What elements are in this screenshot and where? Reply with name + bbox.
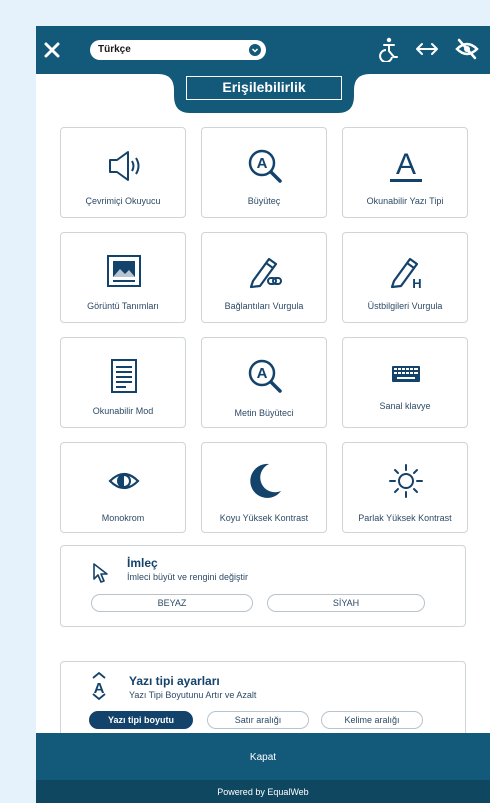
tile-label: Okunabilir Yazı Tipi [366, 196, 444, 206]
tile-label: Bağlantıları Vurgula [224, 301, 304, 311]
accessibility-person-icon [379, 37, 398, 63]
tile-monochrome[interactable]: Monokrom [60, 442, 186, 533]
readable-mode-icon [111, 359, 137, 393]
tab-word-spacing[interactable]: Kelime aralığı [321, 711, 423, 729]
svg-text:H: H [412, 276, 421, 291]
tile-dark-high-contrast[interactable]: Koyu Yüksek Kontrast [201, 442, 327, 533]
hide-eye-icon [455, 38, 479, 60]
language-select[interactable]: Türkçe [90, 40, 266, 60]
tab-line-height[interactable]: Satır aralığı [207, 711, 309, 729]
svg-text:A: A [257, 155, 268, 172]
chevron-down-icon [249, 44, 261, 56]
cursor-card: İmleç İmleci büyüt ve rengini değiştir B… [60, 545, 466, 627]
monochrome-eye-icon [108, 472, 140, 490]
font-settings-subtitle: Yazı Tipi Boyutunu Artır ve Azalt [129, 690, 257, 700]
tile-label: Koyu Yüksek Kontrast [219, 513, 309, 523]
tile-readable-mode[interactable]: Okunabilir Mod [60, 337, 186, 428]
tile-highlight-links[interactable]: Bağlantıları Vurgula [201, 232, 327, 323]
tile-label: Büyüteç [247, 196, 281, 206]
panel-header: Türkçe Erişilebilirlik [36, 26, 490, 113]
tile-label: Metin Büyüteci [234, 408, 294, 418]
powered-by-label: Powered by EqualWeb [36, 780, 490, 803]
tile-text-magnifier[interactable]: A Metin Büyüteci [201, 337, 327, 428]
close-panel-button[interactable]: Kapat [36, 733, 490, 780]
tile-bright-high-contrast[interactable]: Parlak Yüksek Kontrast [342, 442, 468, 533]
tile-label: Çevrimiçi Okuyucu [85, 196, 161, 206]
cursor-subtitle: İmleci büyüt ve rengini değiştir [127, 572, 249, 582]
tile-highlight-headers[interactable]: H Üstbilgileri Vurgula [342, 232, 468, 323]
tile-virtual-keyboard[interactable]: Sanal klavye [342, 337, 468, 428]
keyboard-icon [392, 366, 420, 382]
accessibility-person-button[interactable] [376, 36, 402, 63]
tile-readable-font[interactable]: A Okunabilir Yazı Tipi [342, 127, 468, 218]
cursor-pointer-icon [93, 563, 108, 583]
sun-icon [389, 464, 423, 498]
highlight-headers-icon: H [390, 257, 422, 291]
panel-title: Erişilebilirlik [186, 76, 342, 100]
image-description-icon [107, 255, 141, 287]
accessibility-panel: Türkçe Erişilebilirlik Çevrimiçi Okuyucu… [36, 26, 490, 803]
tile-magnifier[interactable]: A Büyüteç [201, 127, 327, 218]
highlight-links-icon [249, 257, 282, 289]
font-settings-title: Yazı tipi ayarları [129, 674, 220, 688]
close-button[interactable] [40, 38, 64, 62]
language-value: Türkçe [98, 44, 131, 55]
readable-font-icon: A [390, 148, 422, 182]
tile-image-descriptions[interactable]: Görüntü Tanımları [60, 232, 186, 323]
font-size-icon: A [92, 672, 106, 700]
tile-label: Monokrom [101, 513, 145, 523]
cursor-title: İmleç [127, 556, 158, 570]
text-magnifier-icon: A [248, 359, 282, 393]
resize-horizontal-button[interactable] [414, 36, 440, 62]
tile-label: Parlak Yüksek Kontrast [358, 513, 452, 523]
hide-interface-button[interactable] [454, 36, 480, 62]
tile-label: Sanal klavye [379, 401, 431, 411]
tile-label: Görüntü Tanımları [87, 301, 159, 311]
svg-text:A: A [396, 148, 416, 181]
resize-horizontal-icon [416, 43, 438, 55]
svg-text:A: A [94, 680, 105, 697]
speaker-icon [109, 151, 140, 181]
cursor-white-button[interactable]: BEYAZ [91, 594, 253, 612]
tile-label: Üstbilgileri Vurgula [367, 301, 443, 311]
tile-label: Okunabilir Mod [92, 406, 154, 416]
close-icon [44, 42, 60, 58]
svg-text:A: A [257, 365, 268, 382]
moon-icon [250, 463, 281, 498]
magnifier-a-icon: A [248, 149, 282, 183]
cursor-black-button[interactable]: SİYAH [267, 594, 425, 612]
tab-font-size[interactable]: Yazı tipi boyutu [89, 711, 193, 729]
tile-online-reader[interactable]: Çevrimiçi Okuyucu [60, 127, 186, 218]
